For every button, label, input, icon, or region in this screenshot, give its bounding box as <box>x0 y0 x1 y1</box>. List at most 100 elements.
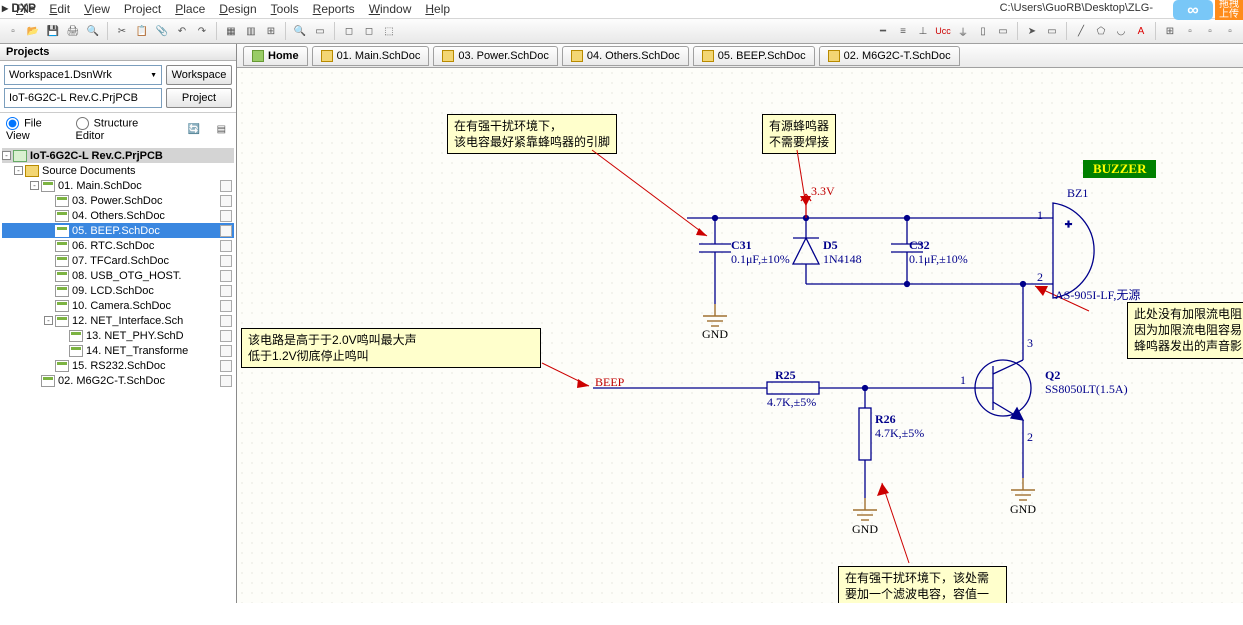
tb-text-icon[interactable]: A <box>1132 22 1150 40</box>
tb-bus-icon[interactable]: ≡ <box>894 22 912 40</box>
menu-help[interactable]: Help <box>425 2 450 16</box>
tb-save-icon[interactable]: 💾 <box>44 22 62 40</box>
tab-document[interactable]: 02. M6G2C-T.SchDoc <box>819 46 960 66</box>
tb-layer3-icon[interactable]: ⬚ <box>380 22 398 40</box>
structure-editor-radio[interactable]: Structure Editor <box>76 117 166 142</box>
project-button[interactable]: Project <box>166 88 232 108</box>
menu-window[interactable]: Window <box>369 2 412 16</box>
ref-r26[interactable]: R26 <box>875 412 896 427</box>
tree-folder[interactable]: - Source Documents <box>2 163 234 178</box>
tab-home[interactable]: Home <box>243 46 308 66</box>
tb-zoomin-icon[interactable]: 🔍 <box>291 22 309 40</box>
tb-sheet-icon[interactable]: ▭ <box>994 22 1012 40</box>
tree-item[interactable]: 14. NET_Transforme <box>2 343 234 358</box>
doc-badge-icon <box>220 360 232 372</box>
menu-place[interactable]: Place <box>175 2 205 16</box>
menu-view[interactable]: View <box>84 2 110 16</box>
ref-bz1[interactable]: BZ1 <box>1067 186 1088 201</box>
tb-wire-icon[interactable]: ━ <box>874 22 892 40</box>
ref-c31[interactable]: C31 <box>731 238 752 253</box>
menu-reports[interactable]: Reports <box>313 2 355 16</box>
tb-t1-icon[interactable]: ▫ <box>1181 22 1199 40</box>
tree-root[interactable]: - IoT-6G2C-L Rev.C.PrjPCB <box>2 148 234 163</box>
tb-gnd-icon[interactable]: ⏚ <box>954 22 972 40</box>
tb-zoom-icon[interactable]: 🔍 <box>84 22 102 40</box>
tb-grid1-icon[interactable]: ▦ <box>222 22 240 40</box>
ref-r25[interactable]: R25 <box>775 368 796 383</box>
tree-item[interactable]: 03. Power.SchDoc <box>2 193 234 208</box>
net-beep[interactable]: BEEP <box>595 375 624 390</box>
val-bz1[interactable]: AS-905I-LF,无源 <box>1055 286 1140 303</box>
workspace-combo[interactable]: Workspace1.DsnWrk▼ <box>4 65 162 85</box>
tree-item[interactable]: -01. Main.SchDoc <box>2 178 234 193</box>
menu-edit[interactable]: Edit <box>49 2 70 16</box>
menu-tools[interactable]: Tools <box>271 2 299 16</box>
tab-document[interactable]: 04. Others.SchDoc <box>562 46 689 66</box>
tree-item[interactable]: 06. RTC.SchDoc <box>2 238 234 253</box>
panel-refresh-icon[interactable]: 🔄 <box>186 121 203 139</box>
tb-note-icon[interactable]: ▭ <box>1043 22 1061 40</box>
tab-document[interactable]: 03. Power.SchDoc <box>433 46 558 66</box>
tb-zoomfit-icon[interactable]: ▭ <box>311 22 329 40</box>
tree-item[interactable]: 05. BEEP.SchDoc <box>2 223 234 238</box>
tab-document[interactable]: 05. BEEP.SchDoc <box>693 46 815 66</box>
tb-poly-icon[interactable]: ⬠ <box>1092 22 1110 40</box>
tb-array-icon[interactable]: ⊞ <box>1161 22 1179 40</box>
net-3v3[interactable]: 3.3V <box>811 184 835 199</box>
upload-overlay[interactable]: 拖拽上传 <box>1215 0 1243 20</box>
val-r25[interactable]: 4.7K,±5% <box>767 395 816 410</box>
tb-layer2-icon[interactable]: ◻ <box>360 22 378 40</box>
tb-undo-icon[interactable]: ↶ <box>173 22 191 40</box>
tb-paste-icon[interactable]: 📎 <box>153 22 171 40</box>
tb-net-icon[interactable]: ⊥ <box>914 22 932 40</box>
val-c32[interactable]: 0.1μF,±10% <box>909 252 968 267</box>
val-c31[interactable]: 0.1μF,±10% <box>731 252 790 267</box>
workspace-button[interactable]: Workspace <box>166 65 232 85</box>
val-d5[interactable]: 1N4148 <box>823 252 862 267</box>
tree-item[interactable]: 04. Others.SchDoc <box>2 208 234 223</box>
file-view-radio[interactable]: File View <box>6 117 66 142</box>
tb-arc-icon[interactable]: ◡ <box>1112 22 1130 40</box>
tb-copy-icon[interactable]: 📋 <box>133 22 151 40</box>
val-r26[interactable]: 4.7K,±5% <box>875 426 924 441</box>
tb-part-icon[interactable]: ▯ <box>974 22 992 40</box>
tb-new-icon[interactable]: ▫ <box>4 22 22 40</box>
tree-item[interactable]: 08. USB_OTG_HOST. <box>2 268 234 283</box>
tb-vcc-icon[interactable]: Ucc <box>934 22 952 40</box>
ref-d5[interactable]: D5 <box>823 238 838 253</box>
tree-item[interactable]: 07. TFCard.SchDoc <box>2 253 234 268</box>
tree-item[interactable]: 15. RS232.SchDoc <box>2 358 234 373</box>
tb-port-icon[interactable]: ➤ <box>1023 22 1041 40</box>
schematic-svg[interactable]: + <box>237 68 1243 603</box>
doc-icon <box>571 50 583 62</box>
schematic-canvas[interactable]: 在有强干扰环境下， 该电容最好紧靠蜂鸣器的引脚 有源蜂鸣器 不需要焊接 该电路是… <box>237 68 1243 603</box>
tb-cut-icon[interactable]: ✂ <box>113 22 131 40</box>
tree-item[interactable]: -12. NET_Interface.Sch <box>2 313 234 328</box>
tree-item[interactable]: 10. Camera.SchDoc <box>2 298 234 313</box>
tb-grid2-icon[interactable]: ▥ <box>242 22 260 40</box>
tree-item[interactable]: 09. LCD.SchDoc <box>2 283 234 298</box>
project-combo[interactable]: IoT-6G2C-L Rev.C.PrjPCB <box>4 88 162 108</box>
tb-redo-icon[interactable]: ↷ <box>193 22 211 40</box>
panel-options-icon[interactable]: ▤ <box>213 121 230 139</box>
tb-grid3-icon[interactable]: ⊞ <box>262 22 280 40</box>
tree-item[interactable]: 02. M6G2C-T.SchDoc <box>2 373 234 388</box>
tb-layer1-icon[interactable]: ◻ <box>340 22 358 40</box>
cloud-icon[interactable]: ∞ <box>1173 0 1213 20</box>
menu-project[interactable]: Project <box>124 2 161 16</box>
tb-open-icon[interactable]: 📂 <box>24 22 42 40</box>
separator <box>107 22 108 40</box>
menu-design[interactable]: Design <box>219 2 256 16</box>
folder-icon <box>25 165 39 177</box>
tb-line-icon[interactable]: ╱ <box>1072 22 1090 40</box>
ref-q2[interactable]: Q2 <box>1045 368 1060 383</box>
tab-document[interactable]: 01. Main.SchDoc <box>312 46 430 66</box>
tree-item[interactable]: 13. NET_PHY.SchD <box>2 328 234 343</box>
doc-icon <box>321 50 333 62</box>
tb-t2-icon[interactable]: ▫ <box>1201 22 1219 40</box>
project-tree[interactable]: - IoT-6G2C-L Rev.C.PrjPCB - Source Docum… <box>0 146 236 390</box>
tb-print-icon[interactable]: 🖨 <box>64 22 82 40</box>
val-q2[interactable]: SS8050LT(1.5A) <box>1045 382 1128 397</box>
ref-c32[interactable]: C32 <box>909 238 930 253</box>
tb-t3-icon[interactable]: ▫ <box>1221 22 1239 40</box>
